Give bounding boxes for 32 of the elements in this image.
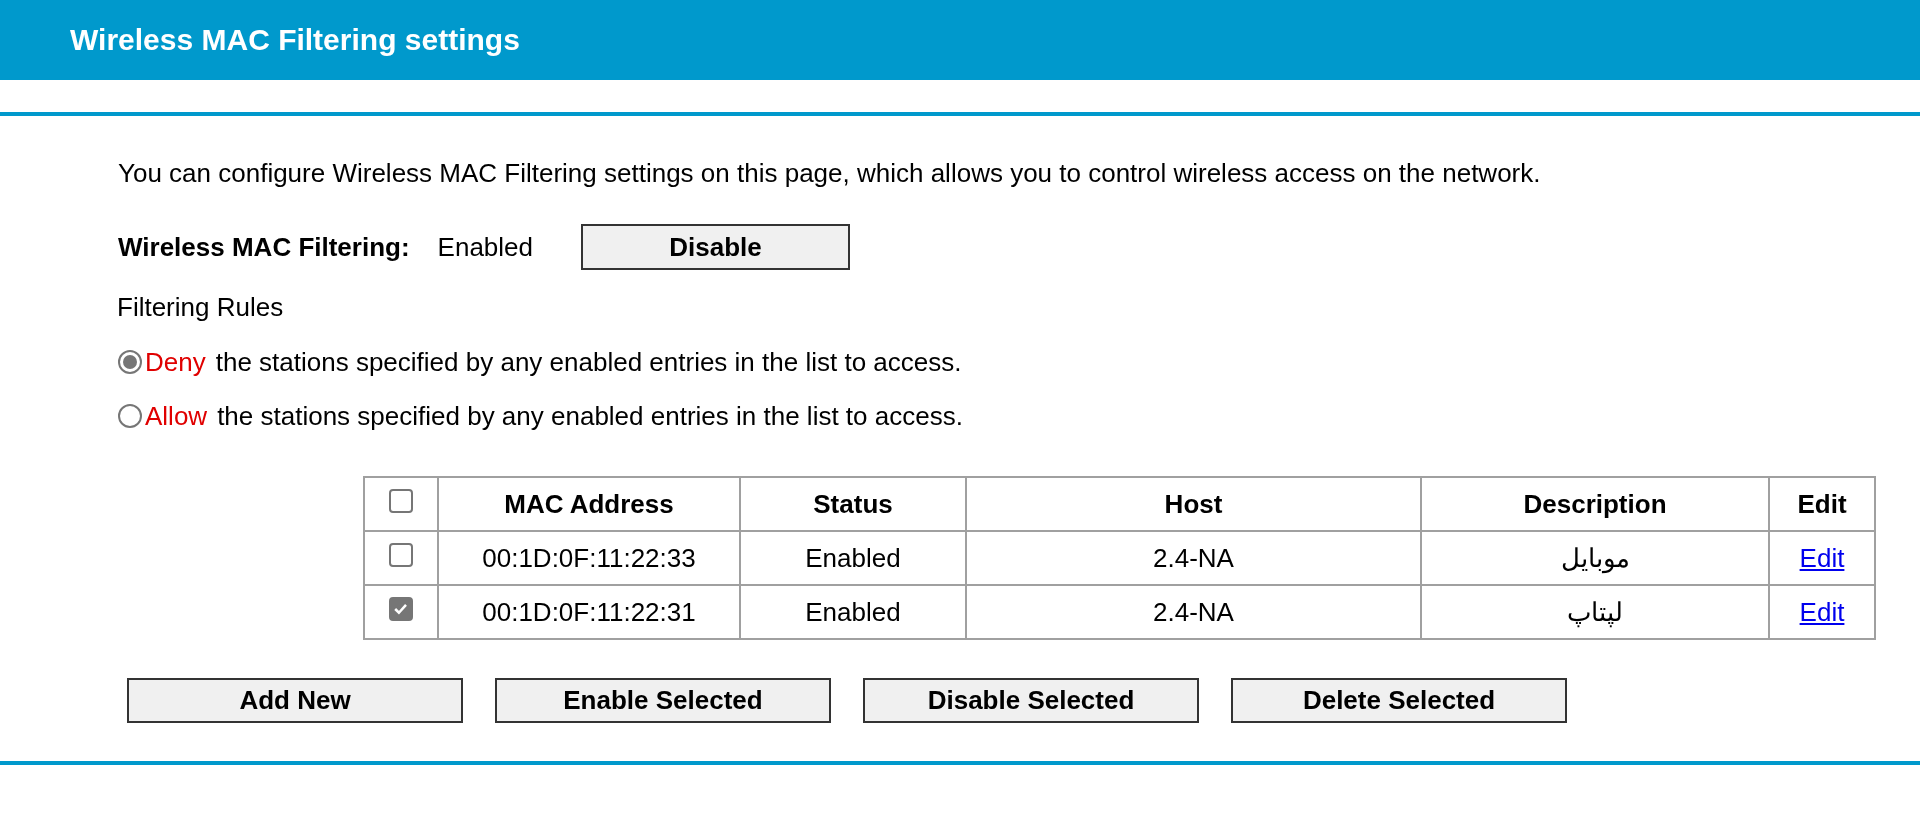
column-header: MAC Address <box>438 477 740 531</box>
disable-button[interactable]: Disable <box>581 224 850 270</box>
column-header: Status <box>740 477 966 531</box>
table-cell: لپتاپ <box>1421 585 1769 639</box>
action-button[interactable]: Disable Selected <box>863 678 1199 723</box>
action-button[interactable]: Add New <box>127 678 463 723</box>
option-text: the stations specified by any enabled entries in the list to access. <box>215 346 962 378</box>
page-title: Wireless MAC Filtering settings <box>70 23 520 57</box>
table-cell: 00:1D:0F:11:22:33 <box>438 531 740 585</box>
column-header: Description <box>1421 477 1769 531</box>
action-button[interactable]: Delete Selected <box>1231 678 1567 723</box>
table-cell: موبایل <box>1421 531 1769 585</box>
intro-text: You can configure Wireless MAC Filtering settings on this page, which allows you to control wireless access on the network. <box>118 158 1542 189</box>
option-keyword: Allow <box>145 400 208 432</box>
table-cell: Enabled <box>740 585 966 639</box>
option-keyword: Deny <box>145 346 206 378</box>
table-cell: 2.4-NA <box>966 531 1421 585</box>
action-button[interactable]: Enable Selected <box>495 678 831 723</box>
table-cell: 00:1D:0F:11:22:31 <box>438 585 740 639</box>
radio-button[interactable] <box>118 404 142 428</box>
section-label: Filtering Rules <box>117 292 285 323</box>
checkbox[interactable] <box>389 596 413 621</box>
filtering-status: Enabled <box>437 231 533 263</box>
checkbox[interactable] <box>389 542 413 567</box>
checkbox[interactable] <box>389 488 413 513</box>
column-header: Host <box>966 477 1421 531</box>
column-header: Edit <box>1769 477 1875 531</box>
table-cell: Enabled <box>740 531 966 585</box>
table-cell: 2.4-NA <box>966 585 1421 639</box>
option-text: the stations specified by any enabled entries in the list to access. <box>217 400 963 432</box>
radio-button[interactable] <box>118 350 142 374</box>
filtering-label: Wireless MAC Filtering: <box>118 231 410 263</box>
